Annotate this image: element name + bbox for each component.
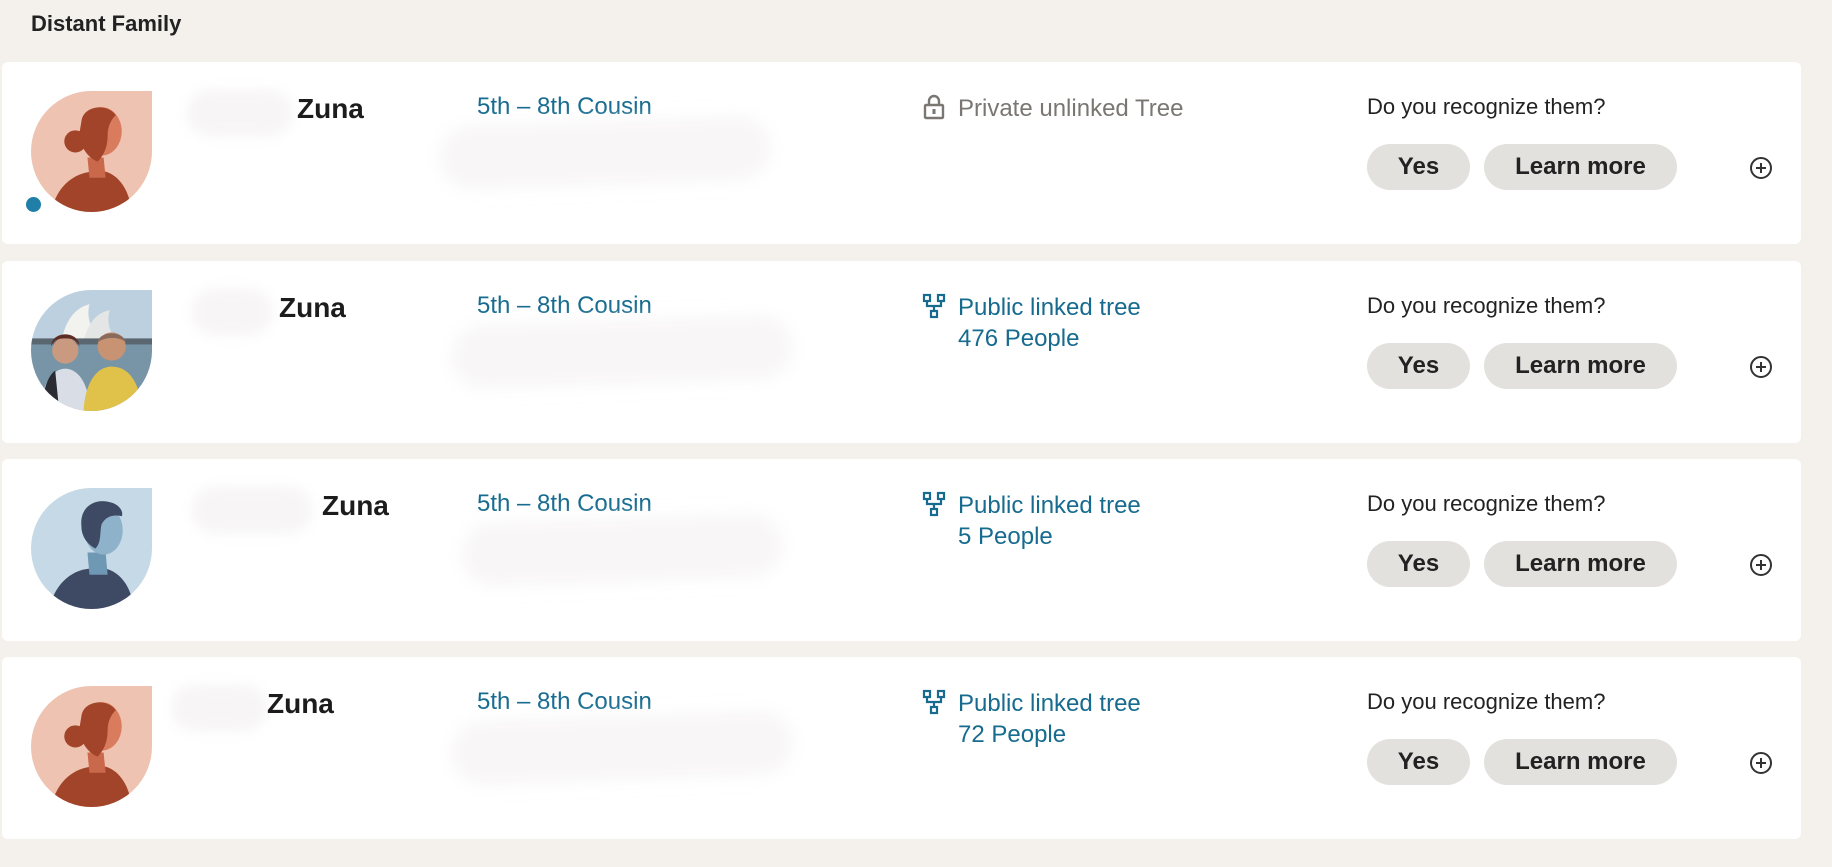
tree-label-group: Public linked tree 5 People xyxy=(958,490,1141,552)
tree-info: Private unlinked Tree xyxy=(922,93,1183,124)
relationship-label[interactable]: 5th – 8th Cousin xyxy=(477,292,652,320)
redacted-detail-blur xyxy=(451,315,793,389)
avatar[interactable] xyxy=(31,290,152,411)
redacted-detail-blur xyxy=(439,116,771,190)
yes-button[interactable]: Yes xyxy=(1367,144,1470,190)
family-tree-icon xyxy=(922,293,946,319)
tree-label: Public linked tree xyxy=(958,294,1141,321)
relationship-label[interactable]: 5th – 8th Cousin xyxy=(477,93,652,121)
section-title: Distant Family xyxy=(31,11,182,36)
tree-people-count: 476 People xyxy=(958,325,1080,352)
tree-people-count: 5 People xyxy=(958,523,1053,550)
avatar[interactable] xyxy=(31,686,152,807)
match-card: Zuna 5th – 8th Cousin Public linked tree… xyxy=(2,261,1801,443)
redacted-name-blur xyxy=(192,289,272,335)
plus-circle-icon[interactable] xyxy=(1749,156,1773,180)
yes-button[interactable]: Yes xyxy=(1367,739,1470,785)
relationship-label[interactable]: 5th – 8th Cousin xyxy=(477,490,652,518)
redacted-name-blur xyxy=(172,685,267,731)
avatar[interactable] xyxy=(31,91,152,212)
match-card: Zuna 5th – 8th Cousin Private unlinked T… xyxy=(2,62,1801,244)
recognize-prompt: Do you recognize them? xyxy=(1367,94,1606,119)
tree-label: Public linked tree xyxy=(958,690,1141,717)
tree-label: Public linked tree xyxy=(958,492,1141,519)
match-name[interactable]: Zuna xyxy=(279,292,346,324)
learn-more-button[interactable]: Learn more xyxy=(1484,541,1677,587)
learn-more-button[interactable]: Learn more xyxy=(1484,343,1677,389)
match-name[interactable]: Zuna xyxy=(297,93,364,125)
match-name[interactable]: Zuna xyxy=(322,490,389,522)
recognize-prompt: Do you recognize them? xyxy=(1367,689,1606,714)
redacted-name-blur xyxy=(192,487,312,533)
family-tree-icon xyxy=(922,491,946,517)
family-tree-icon xyxy=(922,689,946,715)
yes-button[interactable]: Yes xyxy=(1367,343,1470,389)
recognize-prompt: Do you recognize them? xyxy=(1367,491,1606,516)
plus-circle-icon[interactable] xyxy=(1749,751,1773,775)
tree-label-group: Public linked tree 72 People xyxy=(958,688,1141,750)
redacted-detail-blur xyxy=(451,711,793,785)
couple-photo-avatar-icon xyxy=(31,290,152,411)
tree-label-group: Public linked tree 476 People xyxy=(958,292,1141,354)
yes-button[interactable]: Yes xyxy=(1367,541,1470,587)
relationship-label[interactable]: 5th – 8th Cousin xyxy=(477,688,652,716)
tree-people-count: 72 People xyxy=(958,721,1067,748)
dna-matches-page: Distant Family Zuna 5th – 8th Cousin Pri xyxy=(0,0,1832,867)
tree-label: Private unlinked Tree xyxy=(958,95,1184,122)
recognize-prompt: Do you recognize them? xyxy=(1367,293,1606,318)
avatar[interactable] xyxy=(31,488,152,609)
plus-circle-icon[interactable] xyxy=(1749,553,1773,577)
female-silhouette-avatar-icon xyxy=(31,91,152,212)
plus-circle-icon[interactable] xyxy=(1749,355,1773,379)
redacted-name-blur xyxy=(187,90,292,136)
tree-info[interactable]: Public linked tree 476 People xyxy=(922,292,1141,354)
tree-info[interactable]: Public linked tree 72 People xyxy=(922,688,1141,750)
male-silhouette-avatar-icon xyxy=(31,488,152,609)
female-silhouette-avatar-icon xyxy=(31,686,152,807)
match-card: Zuna 5th – 8th Cousin Public linked tree… xyxy=(2,657,1801,839)
learn-more-button[interactable]: Learn more xyxy=(1484,739,1677,785)
learn-more-button[interactable]: Learn more xyxy=(1484,144,1677,190)
redacted-detail-blur xyxy=(461,513,783,587)
tree-info[interactable]: Public linked tree 5 People xyxy=(922,490,1141,552)
match-card: Zuna 5th – 8th Cousin Public linked tree… xyxy=(2,459,1801,641)
lock-icon xyxy=(923,94,945,120)
match-name[interactable]: Zuna xyxy=(267,688,334,720)
new-match-indicator xyxy=(26,197,41,212)
